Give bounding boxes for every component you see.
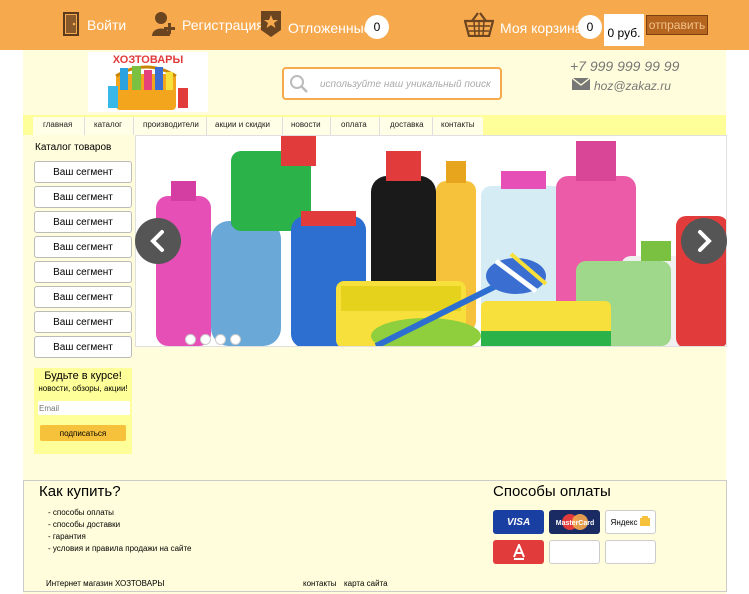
nav-item-contacts[interactable]: контакты (441, 120, 474, 129)
login-link[interactable]: Войти (63, 0, 126, 50)
nav-item-sales[interactable]: акции и скидки (215, 120, 270, 129)
saved-count-badge: 0 (365, 15, 389, 39)
segment-button[interactable]: Ваш сегмент (34, 161, 132, 183)
logo[interactable]: ХОЗТОВАРЫ (88, 52, 208, 112)
login-label: Войти (87, 17, 127, 33)
chevron-right-icon (698, 230, 712, 252)
cart-total: 0 руб. (604, 14, 644, 46)
footer-shop-name: Интернет магазин ХОЗТОВАРЫ (46, 579, 165, 588)
slider-dot[interactable] (230, 334, 241, 345)
footer-link-delivery-methods[interactable]: - способы доставки (48, 520, 120, 529)
nav-divider (282, 117, 283, 135)
segment-button[interactable]: Ваш сегмент (34, 286, 132, 308)
segment-button[interactable]: Ваш сегмент (34, 336, 132, 358)
search-input[interactable] (320, 75, 495, 93)
basket-icon (463, 11, 495, 40)
yandex-money-logo: Яндекс (605, 510, 656, 534)
door-icon (63, 11, 81, 39)
saved-link[interactable]: Отложенные (260, 0, 371, 50)
slider-next-button[interactable] (681, 218, 727, 264)
nav-divider (330, 117, 331, 135)
segment-button[interactable]: Ваш сегмент (34, 261, 132, 283)
slider-dot[interactable] (215, 334, 226, 345)
subscribe-email-field[interactable] (38, 401, 130, 415)
footer-contacts-link[interactable]: контакты (303, 579, 336, 588)
footer (23, 480, 727, 592)
nav-divider (206, 117, 207, 135)
subscribe-title: Будьте в курсе! (44, 370, 122, 382)
payment-placeholder (605, 540, 656, 564)
chevron-left-icon (150, 230, 164, 252)
star-tag-icon (260, 10, 282, 41)
nav-item-manufacturers[interactable]: производители (143, 120, 199, 129)
slider-prev-button[interactable] (135, 218, 181, 264)
footer-link-terms[interactable]: - условия и правила продажи на сайте (48, 544, 192, 553)
send-button[interactable]: отправить (646, 15, 708, 35)
alfa-icon (512, 544, 525, 560)
nav-item-delivery[interactable]: доставка (390, 120, 424, 129)
logo-image (108, 65, 188, 110)
footer-link-warranty[interactable]: - гарантия (48, 532, 86, 541)
product-slider[interactable] (135, 135, 727, 347)
nav-divider (133, 117, 134, 135)
payment-methods-title: Способы оплаты (493, 483, 611, 500)
nav-item-catalog[interactable]: каталог (94, 120, 122, 129)
nav-divider (432, 117, 433, 135)
saved-label: Отложенные (288, 20, 372, 36)
cart-count-badge: 0 (578, 15, 602, 39)
nav-divider (84, 117, 85, 135)
envelope-icon (571, 77, 591, 93)
nav-item-home[interactable]: главная (43, 120, 72, 129)
mastercard-logo: MasterCard (549, 510, 600, 534)
segment-button[interactable]: Ваш сегмент (34, 186, 132, 208)
how-to-buy-title: Как купить? (39, 483, 121, 500)
segment-button[interactable]: Ваш сегмент (34, 311, 132, 333)
nav-item-news[interactable]: новости (291, 120, 321, 129)
register-link[interactable]: Регистрация (152, 0, 264, 50)
alfa-bank-logo (493, 540, 544, 564)
segment-button[interactable]: Ваш сегмент (34, 236, 132, 258)
register-label: Регистрация (182, 17, 264, 33)
slider-dot[interactable] (185, 334, 196, 345)
search-icon[interactable] (289, 74, 309, 99)
phone-number: +7 999 999 99 99 (570, 58, 680, 74)
search-box[interactable] (282, 67, 502, 100)
footer-link-payment-methods[interactable]: - способы оплаты (48, 508, 114, 517)
segment-button[interactable]: Ваш сегмент (34, 211, 132, 233)
visa-logo: VISA (493, 510, 544, 534)
cart-link[interactable]: Моя корзина (463, 0, 583, 50)
mastercard-label: MasterCard (555, 520, 594, 527)
yandex-label: Яндекс (610, 517, 638, 527)
subscribe-subtitle: новости, обзоры, акции! (38, 384, 128, 393)
wallet-icon (640, 516, 651, 528)
nav-divider (379, 117, 380, 135)
email-contact[interactable]: hoz@zakaz.ru (571, 77, 671, 93)
add-user-icon (152, 11, 176, 40)
subscribe-box: Будьте в курсе! новости, обзоры, акции! … (34, 368, 132, 454)
subscribe-button[interactable]: подписаться (40, 425, 126, 441)
slider-image (136, 136, 726, 346)
cart-label: Моя корзина (500, 20, 583, 36)
nav-item-payment[interactable]: оплата (341, 120, 367, 129)
slider-dot[interactable] (200, 334, 211, 345)
catalog-title: Каталог товаров (35, 142, 112, 153)
email-address: hoz@zakaz.ru (594, 78, 671, 93)
footer-sitemap-link[interactable]: карта сайта (344, 579, 388, 588)
payment-placeholder (549, 540, 600, 564)
